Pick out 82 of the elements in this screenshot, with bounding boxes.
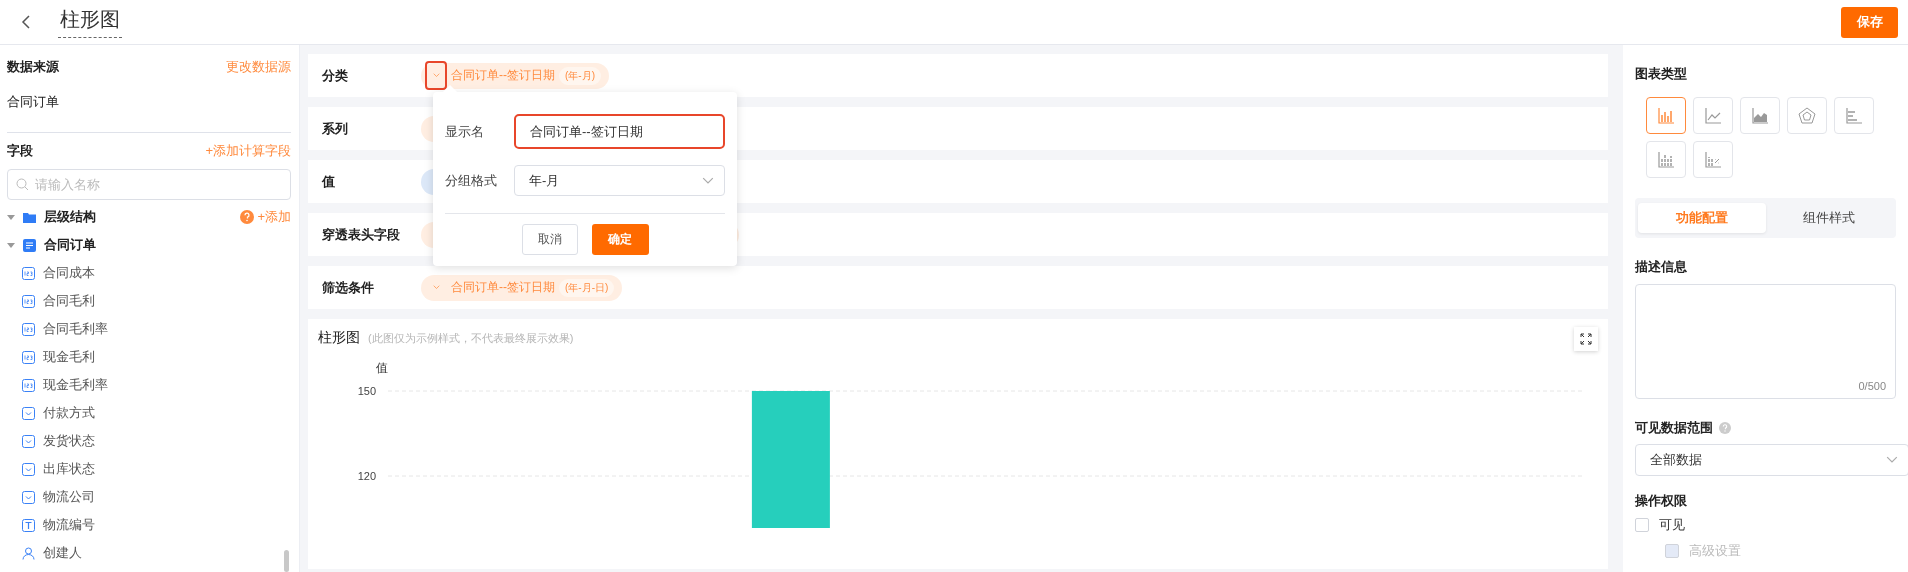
format-tag: (年-月): [559, 66, 601, 85]
checkbox[interactable]: [1635, 518, 1649, 532]
horizontal-bar-chart-icon: [1844, 105, 1864, 126]
search-field[interactable]: 请输入名称: [7, 169, 291, 200]
description-textarea[interactable]: 0/500: [1635, 284, 1896, 399]
section-title: 可见数据范围: [1635, 419, 1713, 437]
field-item[interactable]: 现金毛利: [43, 348, 95, 366]
page-title[interactable]: 柱形图: [58, 6, 122, 38]
field-item[interactable]: 付款方式: [43, 404, 95, 422]
format-tag: (年-月-日): [559, 278, 615, 297]
caret-down-icon[interactable]: [7, 241, 15, 249]
help-icon[interactable]: [240, 210, 255, 224]
number-field-icon: [22, 322, 35, 336]
field-item[interactable]: 出库状态: [43, 460, 95, 478]
number-field-icon: [22, 378, 35, 392]
row-label: 分类: [322, 66, 349, 85]
chevron-down-icon: [702, 176, 714, 185]
tab[interactable]: 组件样式: [1765, 203, 1893, 233]
bar-chart-icon: [1656, 105, 1676, 126]
data-range-select[interactable]: 全部数据: [1635, 444, 1908, 476]
field-item[interactable]: 发货状态: [43, 432, 95, 450]
field-item[interactable]: 物流编号: [43, 516, 95, 534]
scrollbar[interactable]: [284, 550, 289, 572]
row-label: 值: [322, 172, 336, 191]
caret-button[interactable]: [425, 61, 447, 90]
field-item[interactable]: 合同毛利率: [43, 320, 108, 338]
checkbox-label: 高级设置: [1689, 542, 1741, 560]
number-field-icon: [22, 350, 35, 364]
row-label: 筛选条件: [322, 278, 375, 297]
fullscreen-icon: [1580, 333, 1592, 345]
field-item[interactable]: 物流公司: [43, 488, 95, 506]
number-field-icon: [22, 294, 35, 308]
checkbox-label: 可见: [1659, 516, 1685, 534]
row-label: 穿透表头字段: [322, 225, 401, 244]
number-field-icon: [22, 266, 35, 280]
stacked-bar-chart-icon: [1656, 149, 1676, 170]
dropdown-field-icon: [22, 434, 35, 448]
section-title: 操作权限: [1635, 492, 1688, 510]
document-icon: [23, 238, 36, 252]
chart-note: (此图仅为示例样式，不代表最终展示效果): [368, 331, 574, 346]
row-label: 系列: [322, 119, 349, 138]
help-icon[interactable]: [1719, 422, 1731, 434]
line-chart-icon: [1703, 105, 1723, 126]
axis-tick-label: 150: [357, 385, 376, 397]
field-label: 显示名: [445, 122, 485, 141]
character-counter: 0/500: [1858, 380, 1886, 392]
area-chart-icon: [1750, 105, 1770, 126]
section-title: 字段: [7, 142, 33, 160]
field-item[interactable]: 合同毛利: [43, 292, 95, 310]
radar-chart-icon: [1797, 105, 1817, 126]
caret-down-icon[interactable]: [7, 213, 15, 221]
chip-label: 合同订单--签订日期: [451, 279, 555, 296]
field-item[interactable]: 现金毛利率: [43, 376, 108, 394]
chip-label: 合同订单--签订日期: [451, 67, 555, 84]
cancel-button[interactable]: 取消: [521, 224, 578, 255]
chevron-down-icon: [432, 73, 440, 78]
field-item[interactable]: 创建人: [43, 544, 82, 562]
dropdown-field-icon: [22, 462, 35, 476]
display-name-input[interactable]: 合同订单--签订日期: [514, 114, 725, 149]
chart-type-button[interactable]: [1646, 97, 1686, 134]
field-item[interactable]: 合同成本: [43, 264, 95, 282]
folder-icon: [23, 211, 36, 223]
data-source-name: 合同订单: [7, 92, 59, 111]
text-field-icon: [22, 518, 35, 532]
user-icon: [22, 546, 35, 560]
section-title: 描述信息: [1635, 258, 1688, 276]
dropdown-field-icon: [22, 406, 35, 420]
chevron-down-icon: [1886, 456, 1898, 464]
tree-item[interactable]: 层级结构: [44, 208, 96, 226]
section-title: 图表类型: [1635, 65, 1688, 83]
search-icon: [16, 178, 29, 191]
fullscreen-button[interactable]: [1574, 327, 1598, 351]
axis-title: 值: [376, 361, 388, 375]
group-format-select[interactable]: 年-月: [514, 165, 725, 196]
tree-item[interactable]: 合同订单: [44, 236, 96, 254]
section-title: 数据来源: [7, 58, 59, 76]
field-label: 分组格式: [445, 171, 498, 190]
chevron-down-icon: [432, 285, 440, 290]
dropdown-field-icon: [22, 490, 35, 504]
chart-title: 柱形图: [318, 329, 360, 347]
axis-tick-label: 120: [357, 470, 376, 482]
percent-bar-chart-icon: [1703, 149, 1723, 170]
